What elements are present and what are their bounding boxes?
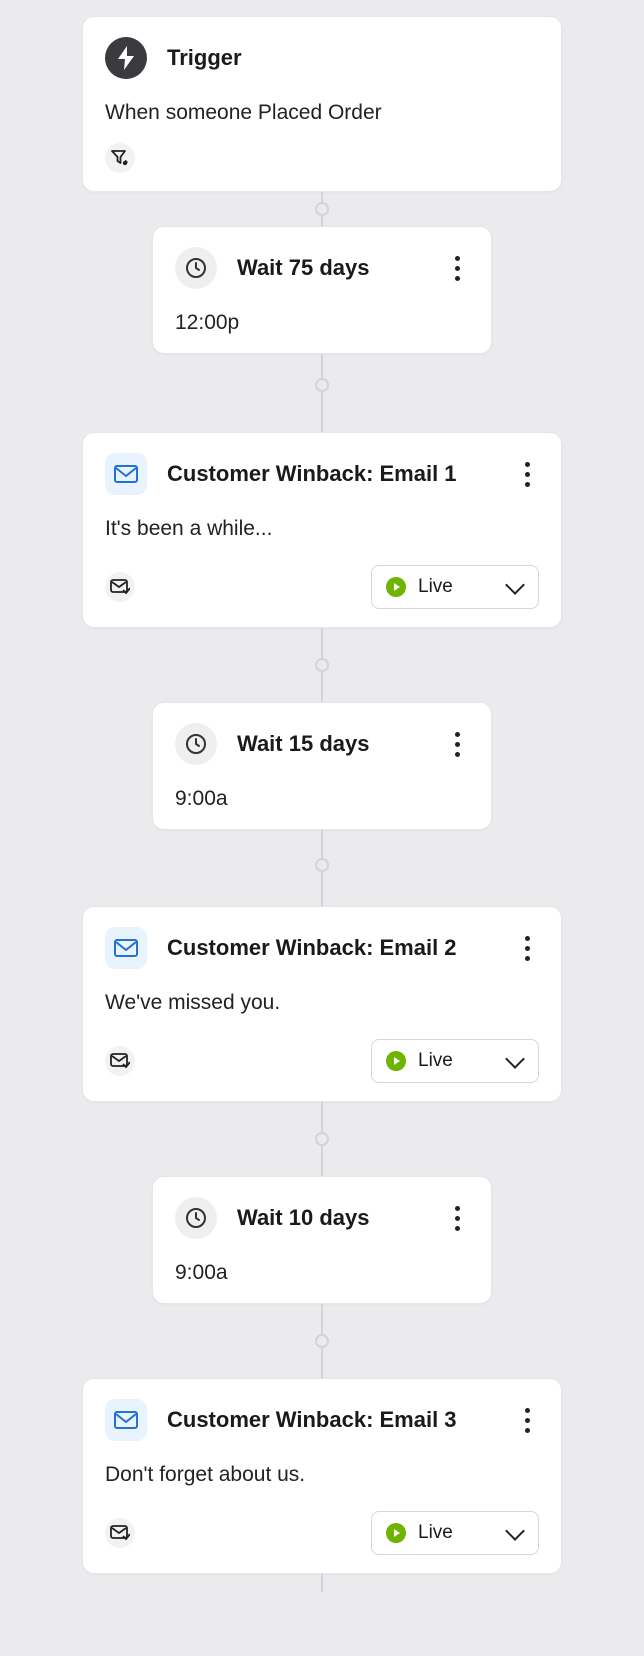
connector-line [321,392,323,432]
connector-dot [315,1334,329,1348]
status-label: Live [418,1522,453,1544]
chevron-down-icon [505,1521,525,1541]
connector-dot [315,858,329,872]
email-title: Customer Winback: Email 1 [167,461,495,487]
more-menu-button[interactable] [445,253,469,283]
wait-title: Wait 15 days [237,731,425,757]
trigger-description: When someone Placed Order [105,101,539,125]
email-subject: Don't forget about us. [105,1463,539,1487]
email-title: Customer Winback: Email 2 [167,935,495,961]
connector-line [321,192,323,202]
email-card[interactable]: Customer Winback: Email 3 Don't forget a… [82,1378,562,1574]
mail-icon [105,927,147,969]
wait-card[interactable]: Wait 75 days 12:00p [152,226,492,354]
wait-card[interactable]: Wait 15 days 9:00a [152,702,492,830]
wait-title: Wait 75 days [237,255,425,281]
trigger-title: Trigger [167,45,539,71]
email-title: Customer Winback: Email 3 [167,1407,495,1433]
connector-dot [315,378,329,392]
connector-line [321,1348,323,1378]
play-icon [386,1051,406,1071]
chevron-down-icon [505,1049,525,1069]
more-menu-button[interactable] [515,933,539,963]
mail-icon [105,453,147,495]
connector-dot [315,1132,329,1146]
email-card[interactable]: Customer Winback: Email 1 It's been a wh… [82,432,562,628]
more-menu-button[interactable] [515,459,539,489]
status-dropdown[interactable]: Live [371,1511,539,1555]
connector-dot [315,658,329,672]
clock-icon [175,1197,217,1239]
more-menu-button[interactable] [515,1405,539,1435]
connector-line [321,1574,323,1592]
wait-time: 9:00a [175,1261,469,1285]
connector-line [321,628,323,658]
status-label: Live [418,576,453,598]
connector-line [321,1304,323,1334]
status-label: Live [418,1050,453,1072]
clock-icon [175,723,217,765]
email-subject: It's been a while... [105,517,539,541]
flow-canvas: Trigger When someone Placed Order Wait 7… [0,0,644,1612]
clock-icon [175,247,217,289]
more-menu-button[interactable] [445,1203,469,1233]
bolt-icon [105,37,147,79]
connector-line [321,872,323,906]
connector-dot [315,202,329,216]
connector-line [321,1102,323,1132]
play-icon [386,1523,406,1543]
connector-line [321,216,323,226]
smart-send-icon[interactable] [105,572,135,602]
wait-time: 12:00p [175,311,469,335]
filter-icon[interactable] [105,143,135,173]
smart-send-icon[interactable] [105,1518,135,1548]
smart-send-icon[interactable] [105,1046,135,1076]
connector-line [321,672,323,702]
mail-icon [105,1399,147,1441]
connector-line [321,830,323,858]
wait-time: 9:00a [175,787,469,811]
connector-line [321,1146,323,1176]
play-icon [386,577,406,597]
more-menu-button[interactable] [445,729,469,759]
email-subject: We've missed you. [105,991,539,1015]
status-dropdown[interactable]: Live [371,565,539,609]
chevron-down-icon [505,575,525,595]
wait-card[interactable]: Wait 10 days 9:00a [152,1176,492,1304]
connector-line [321,354,323,378]
status-dropdown[interactable]: Live [371,1039,539,1083]
wait-title: Wait 10 days [237,1205,425,1231]
email-card[interactable]: Customer Winback: Email 2 We've missed y… [82,906,562,1102]
trigger-card[interactable]: Trigger When someone Placed Order [82,16,562,192]
